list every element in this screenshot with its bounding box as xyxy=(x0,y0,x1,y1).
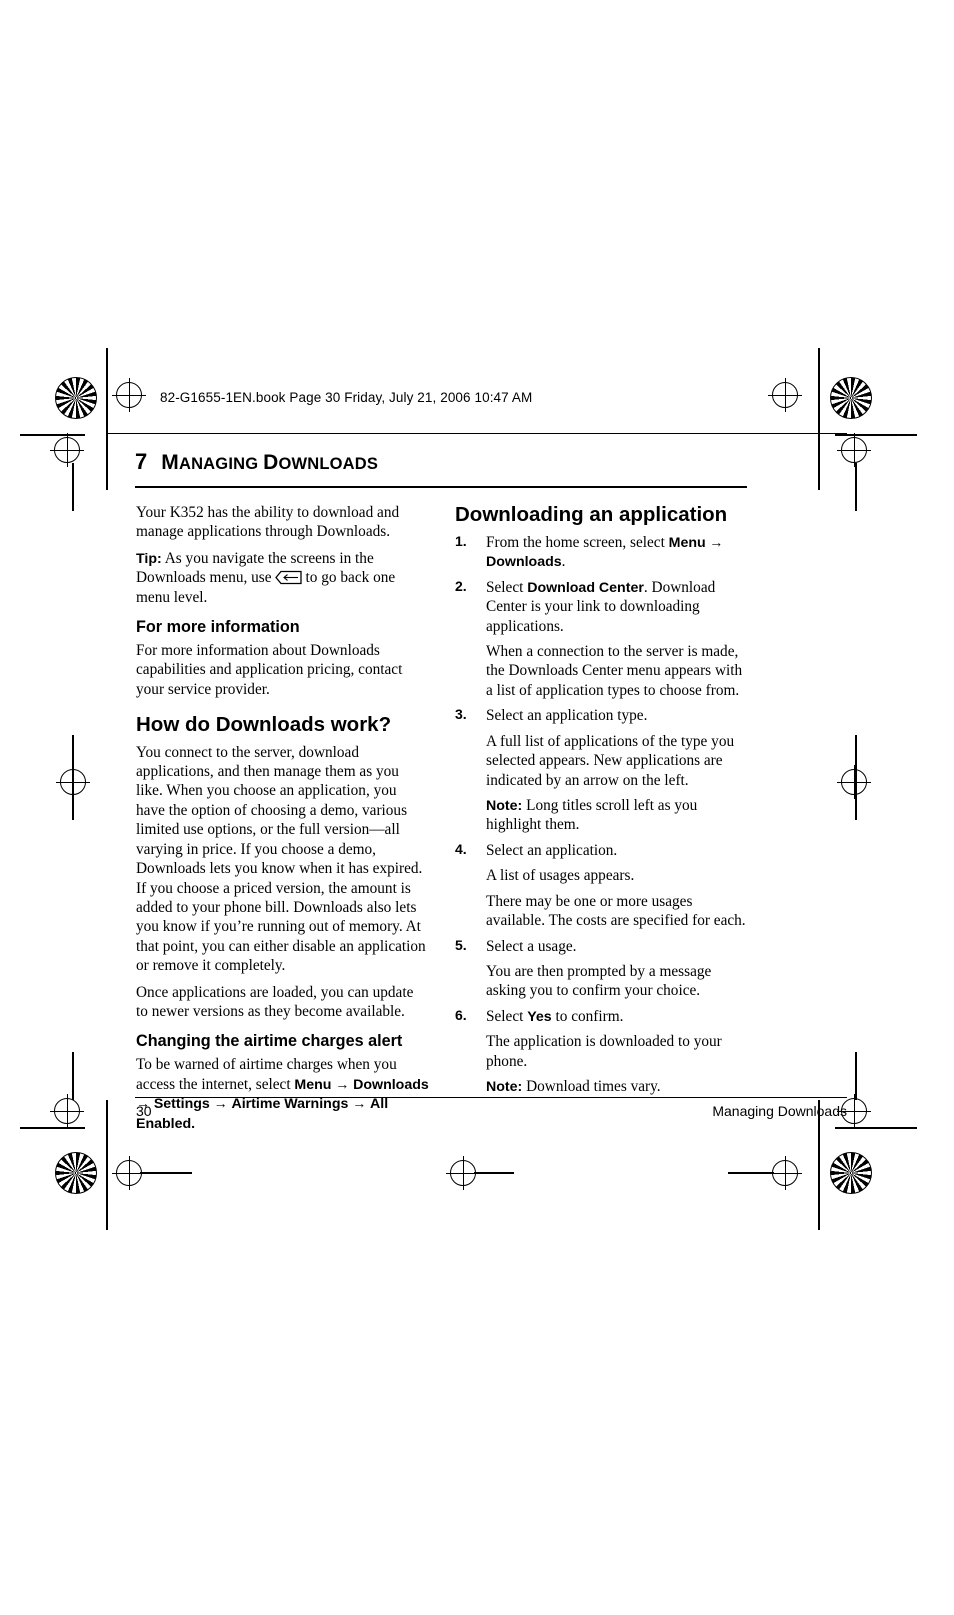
step-6-pre: Select xyxy=(486,1007,528,1025)
step-text: From the home screen, select Menu → Down… xyxy=(486,533,748,572)
crop-line-left-tick-lower xyxy=(72,1052,74,1100)
how-downloads-work-p2: Once applications are loaded, you can up… xyxy=(136,983,414,1021)
airtime-menu-label: Menu xyxy=(294,1076,332,1093)
step-number: 6. xyxy=(455,1006,467,1023)
step-4-detail-2: There may be one or more usages availabl… xyxy=(486,892,746,930)
airtime-settings-label: Settings xyxy=(153,1096,210,1113)
footer-section-title: Managing Downloads xyxy=(712,1103,847,1119)
step-1-arrow: → xyxy=(705,535,724,551)
airtime-warnings-label: Airtime Warnings xyxy=(231,1096,349,1113)
list-item: 6. Select Yes to confirm. The applicatio… xyxy=(455,1007,748,1097)
step-2-download-center: Download Center xyxy=(527,579,644,596)
intro-paragraph: Your K352 has the ability to download an… xyxy=(136,504,400,541)
step-2-pre: Select xyxy=(486,578,528,596)
file-stamp: 82-G1655-1EN.book Page 30 Friday, July 2… xyxy=(160,390,533,405)
registration-target-mid-left xyxy=(50,433,84,467)
step-number: 5. xyxy=(455,936,467,953)
crop-line-left-horizontal-top xyxy=(20,434,85,436)
registration-mark-bottom-right xyxy=(830,1152,872,1194)
note-text: Download times vary. xyxy=(526,1078,661,1096)
chapter-title: MANAGING DOWNLOADS xyxy=(161,451,378,474)
crop-line-bottom-right-horizontal xyxy=(728,1172,774,1174)
step-text: Select an application type. xyxy=(486,707,648,725)
crop-line-left-tick-upper xyxy=(72,463,74,511)
footer-rule xyxy=(135,1097,847,1098)
chapter-rule xyxy=(135,486,747,488)
registration-target-lower-left xyxy=(50,1094,84,1128)
step-1-menu: Menu xyxy=(668,534,706,551)
list-item: 5. Select a usage. You are then prompted… xyxy=(455,937,748,1001)
step-text: Select Download Center. Download Center … xyxy=(486,578,748,636)
chapter-title-cap1: M xyxy=(161,451,179,474)
how-downloads-work-heading: How do Downloads work? xyxy=(136,713,392,736)
step-6-note: Note: Download times vary. xyxy=(486,1077,748,1096)
step-text: Select an application. xyxy=(486,841,618,859)
crop-line-left-horizontal-bottom xyxy=(20,1127,85,1129)
chapter-heading: 7 MANAGING DOWNLOADS xyxy=(135,449,775,475)
step-3-detail: A full list of applications of the type … xyxy=(486,732,735,789)
step-1-pre: From the home screen, select xyxy=(486,533,669,551)
chapter-title-rest1: ANAGING xyxy=(178,455,264,473)
download-steps-list: 1. From the home screen, select Menu → D… xyxy=(455,533,748,1097)
airtime-downloads-label: Downloads xyxy=(353,1076,429,1093)
how-downloads-work-p1: You connect to the server, download appl… xyxy=(136,743,426,975)
step-5-detail: You are then prompted by a message askin… xyxy=(486,962,712,1000)
header-rule xyxy=(107,433,847,434)
step-6-yes: Yes xyxy=(527,1008,552,1025)
step-6-post: to confirm. xyxy=(551,1007,624,1025)
crop-line-bottom-center-horizontal xyxy=(474,1172,514,1174)
list-item: 2. Select Download Center. Download Cent… xyxy=(455,578,748,701)
crop-line-right-tick-upper xyxy=(855,463,857,511)
tip-paragraph: Tip: As you navigate the screens in the … xyxy=(136,549,429,607)
registration-mark-top-left xyxy=(55,377,97,419)
registration-target-bottom-right xyxy=(768,1156,802,1190)
registration-mark-bottom-left xyxy=(55,1152,97,1194)
chapter-number: 7 xyxy=(135,449,148,474)
page-number: 30 xyxy=(136,1103,152,1119)
document-page: 82-G1655-1EN.book Page 30 Friday, July 2… xyxy=(107,355,847,1145)
list-item: 3. Select an application type. A full li… xyxy=(455,706,748,835)
step-6-detail: The application is downloaded to your ph… xyxy=(486,1033,722,1070)
step-text: Select Yes to confirm. xyxy=(486,1007,748,1026)
step-number: 1. xyxy=(455,532,467,549)
list-item: 4. Select an application. A list of usag… xyxy=(455,841,748,931)
airtime-alert-heading: Changing the airtime charges alert xyxy=(136,1032,403,1051)
airtime-arrow-3: → xyxy=(213,1097,228,1113)
crop-line-right-horizontal-bottom xyxy=(835,1127,917,1129)
downloading-application-heading: Downloading an application xyxy=(455,503,728,526)
step-1-post: . xyxy=(561,553,566,571)
back-key-icon xyxy=(274,570,304,585)
note-label: Note: xyxy=(486,797,523,814)
crop-line-right-tick-lower xyxy=(855,1052,857,1100)
step-1-downloads: Downloads xyxy=(486,554,562,571)
tip-label: Tip: xyxy=(136,550,162,567)
right-column: Downloading an application 1. From the h… xyxy=(455,503,748,1102)
note-label: Note: xyxy=(486,1079,523,1096)
crop-line-bottom-left-horizontal xyxy=(140,1172,192,1174)
crop-line-left-tick-mid xyxy=(72,735,74,820)
list-item: 1. From the home screen, select Menu → D… xyxy=(455,533,748,572)
step-3-note: Note: Long titles scroll left as you hig… xyxy=(486,796,748,835)
crop-line-right-horizontal-top xyxy=(835,434,917,436)
airtime-arrow-4: → xyxy=(352,1097,367,1113)
chapter-title-cap2: D xyxy=(263,451,279,474)
chapter-title-rest2: OWNLOADS xyxy=(278,455,379,473)
step-number: 4. xyxy=(455,840,467,857)
step-text: Select a usage. xyxy=(486,937,577,955)
more-information-heading: For more information xyxy=(136,618,300,637)
airtime-arrow-1: → xyxy=(335,1077,350,1093)
registration-target-bottom-center xyxy=(446,1156,480,1190)
step-number: 3. xyxy=(455,706,467,723)
left-column: Your K352 has the ability to download an… xyxy=(136,503,429,1133)
airtime-alert-text: To be warned of airtime charges when you… xyxy=(136,1055,429,1133)
step-4-detail-1: A list of usages appears. xyxy=(486,867,635,885)
crop-line-right-tick-mid xyxy=(855,735,857,820)
step-2-detail: When a connection to the server is made,… xyxy=(486,643,743,699)
step-number: 2. xyxy=(455,577,467,594)
more-information-text: For more information about Downloads cap… xyxy=(136,641,403,698)
registration-target-bottom-left xyxy=(112,1156,146,1190)
